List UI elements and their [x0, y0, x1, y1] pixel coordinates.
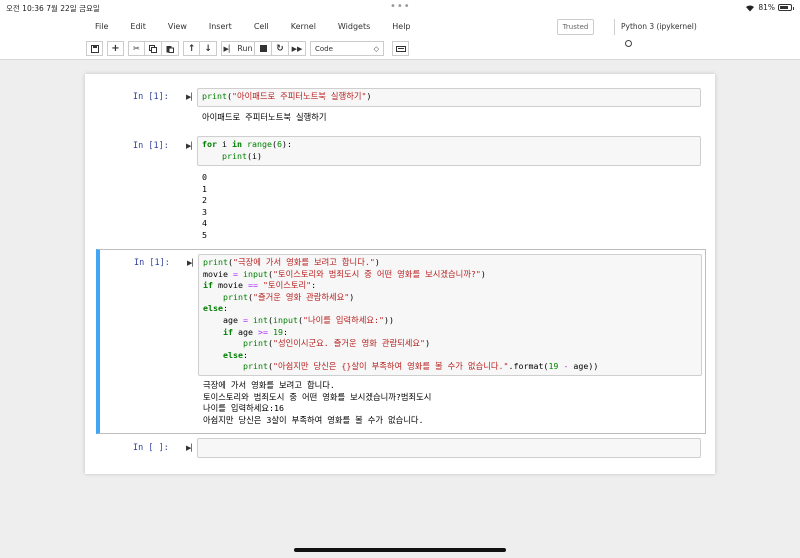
status-time: 오전 10:36 7월 22일 금요일 — [6, 4, 100, 13]
code-cell[interactable]: In [1]: ▶▏ for i in range(6): print(i) 0… — [96, 134, 706, 244]
restart-icon: ↻ — [276, 43, 284, 54]
paste-icon — [166, 45, 174, 53]
output-line: 5 — [202, 229, 207, 240]
wifi-icon — [746, 4, 755, 11]
battery-percent: 81% — [758, 3, 775, 12]
cell-type-value: Code — [315, 44, 333, 53]
multitask-dots[interactable]: ••• — [390, 1, 411, 12]
code-input[interactable]: print("아이패드로 주피터노트북 실행하기") — [197, 88, 701, 107]
code-cell-empty[interactable]: In [ ]: ▶▏ — [96, 438, 706, 464]
menu-help[interactable]: Help — [381, 20, 421, 34]
interrupt-button[interactable] — [255, 41, 272, 56]
output-line: 극장에 가서 영화를 보려고 합니다. — [203, 380, 335, 390]
restart-run-all-button[interactable]: ▶▶ — [289, 41, 306, 56]
menu-insert[interactable]: Insert — [198, 20, 243, 34]
status-right: 81% — [745, 3, 794, 12]
keyboard-icon — [395, 45, 406, 52]
menu-kernel[interactable]: Kernel — [280, 20, 327, 34]
run-label: Run — [237, 44, 253, 53]
output-line: 2 — [202, 195, 207, 206]
input-prompt: In [1]: — [133, 141, 169, 151]
output-line: 3 — [202, 206, 207, 217]
output-line: 1 — [202, 183, 207, 194]
paste-button[interactable] — [162, 41, 179, 56]
notebook-container: In [1]: ▶▏ print("아이패드로 주피터노트북 실행하기") 아이… — [85, 74, 715, 474]
menu-file[interactable]: File — [85, 20, 119, 34]
code-input[interactable]: print("극장에 가서 영화를 보려고 합니다.") movie = inp… — [198, 254, 702, 376]
kernel-name: Python 3 (ipykernel) — [621, 22, 697, 31]
output-line: 아이패드로 주피터노트북 실행하기 — [202, 112, 327, 122]
trusted-indicator[interactable]: Trusted — [557, 19, 594, 35]
cut-button[interactable]: ✂ — [128, 41, 145, 56]
kernel-idle-icon — [625, 39, 632, 47]
save-icon — [90, 44, 99, 53]
menu-cell[interactable]: Cell — [243, 20, 280, 34]
step-forward-icon: ▶▏ — [223, 44, 235, 53]
arrow-up-icon: ↑ — [187, 43, 196, 54]
code-block: for i in range(6): print(i) — [202, 139, 292, 161]
save-button[interactable] — [86, 41, 103, 56]
code-block: print("극장에 가서 영화를 보려고 합니다.") movie = inp… — [203, 257, 599, 372]
insert-cell-button[interactable]: + — [107, 41, 124, 56]
input-prompt: In [1]: — [133, 92, 169, 102]
code-input[interactable]: for i in range(6): print(i) — [197, 136, 701, 166]
code-cell-selected[interactable]: In [1]: ▶▏ print("극장에 가서 영화를 보려고 합니다.") … — [96, 249, 706, 434]
menu-edit[interactable]: Edit — [119, 20, 157, 34]
cell-output: 012345 — [202, 172, 207, 242]
copy-button[interactable] — [145, 41, 162, 56]
arrow-down-icon: ↓ — [204, 43, 212, 54]
cell-type-select[interactable]: Code ◇ — [310, 41, 384, 56]
menu-bar: File Edit View Insert Cell Kernel Widget… — [85, 20, 422, 34]
command-palette-button[interactable] — [392, 41, 409, 56]
fast-forward-icon: ▶▶ — [291, 44, 303, 53]
output-line: 아쉽지만 당신은 3살이 부족하여 영화를 볼 수가 없습니다. — [203, 414, 424, 425]
code-line: print("아이패드로 주피터노트북 실행하기") — [202, 91, 372, 101]
code-input[interactable] — [197, 438, 701, 458]
output-line: 4 — [202, 218, 207, 229]
plus-icon: + — [111, 43, 120, 54]
output-line: 0 — [202, 172, 207, 182]
home-indicator[interactable] — [294, 548, 506, 552]
output-line: 토이스토리와 범죄도시 중 어떤 영화를 보시겠습니까?범죄도시 — [203, 391, 432, 402]
restart-button[interactable]: ↻ — [272, 41, 289, 56]
input-prompt: In [ ]: — [133, 443, 169, 453]
run-cell-icon[interactable]: ▶▏ — [186, 142, 197, 150]
battery-icon — [778, 4, 794, 11]
code-cell[interactable]: In [1]: ▶▏ print("아이패드로 주피터노트북 실행하기") 아이… — [96, 84, 706, 128]
input-prompt: In [1]: — [134, 258, 170, 268]
menu-view[interactable]: View — [157, 20, 198, 34]
select-arrow-icon: ◇ — [373, 44, 379, 53]
move-down-button[interactable]: ↓ — [200, 41, 217, 56]
kernel-indicator: Python 3 (ipykernel) — [614, 19, 700, 47]
run-button[interactable]: ▶▏ Run — [221, 41, 255, 56]
run-cell-icon[interactable]: ▶▏ — [187, 259, 198, 267]
toolbar: + ✂ ↑ ↓ ▶▏ Run ↻ ▶▶ Code ◇ — [86, 41, 409, 56]
move-up-button[interactable]: ↑ — [183, 41, 200, 56]
run-cell-icon[interactable]: ▶▏ — [186, 93, 197, 101]
cell-output: 아이패드로 주피터노트북 실행하기 — [202, 112, 327, 124]
output-line: 나이를 입력하세요:16 — [203, 403, 285, 414]
notebook-header: File Edit View Insert Cell Kernel Widget… — [0, 14, 800, 60]
run-cell-icon[interactable]: ▶▏ — [186, 444, 197, 452]
copy-icon — [149, 44, 157, 53]
scissors-icon: ✂ — [133, 44, 140, 53]
status-bar: 오전 10:36 7월 22일 금요일 ••• 81% — [0, 0, 800, 14]
cell-output: 극장에 가서 영화를 보려고 합니다. 토이스토리와 범죄도시 중 어떤 영화를 … — [203, 380, 431, 426]
menu-widgets[interactable]: Widgets — [327, 20, 381, 34]
stop-icon — [259, 45, 267, 52]
